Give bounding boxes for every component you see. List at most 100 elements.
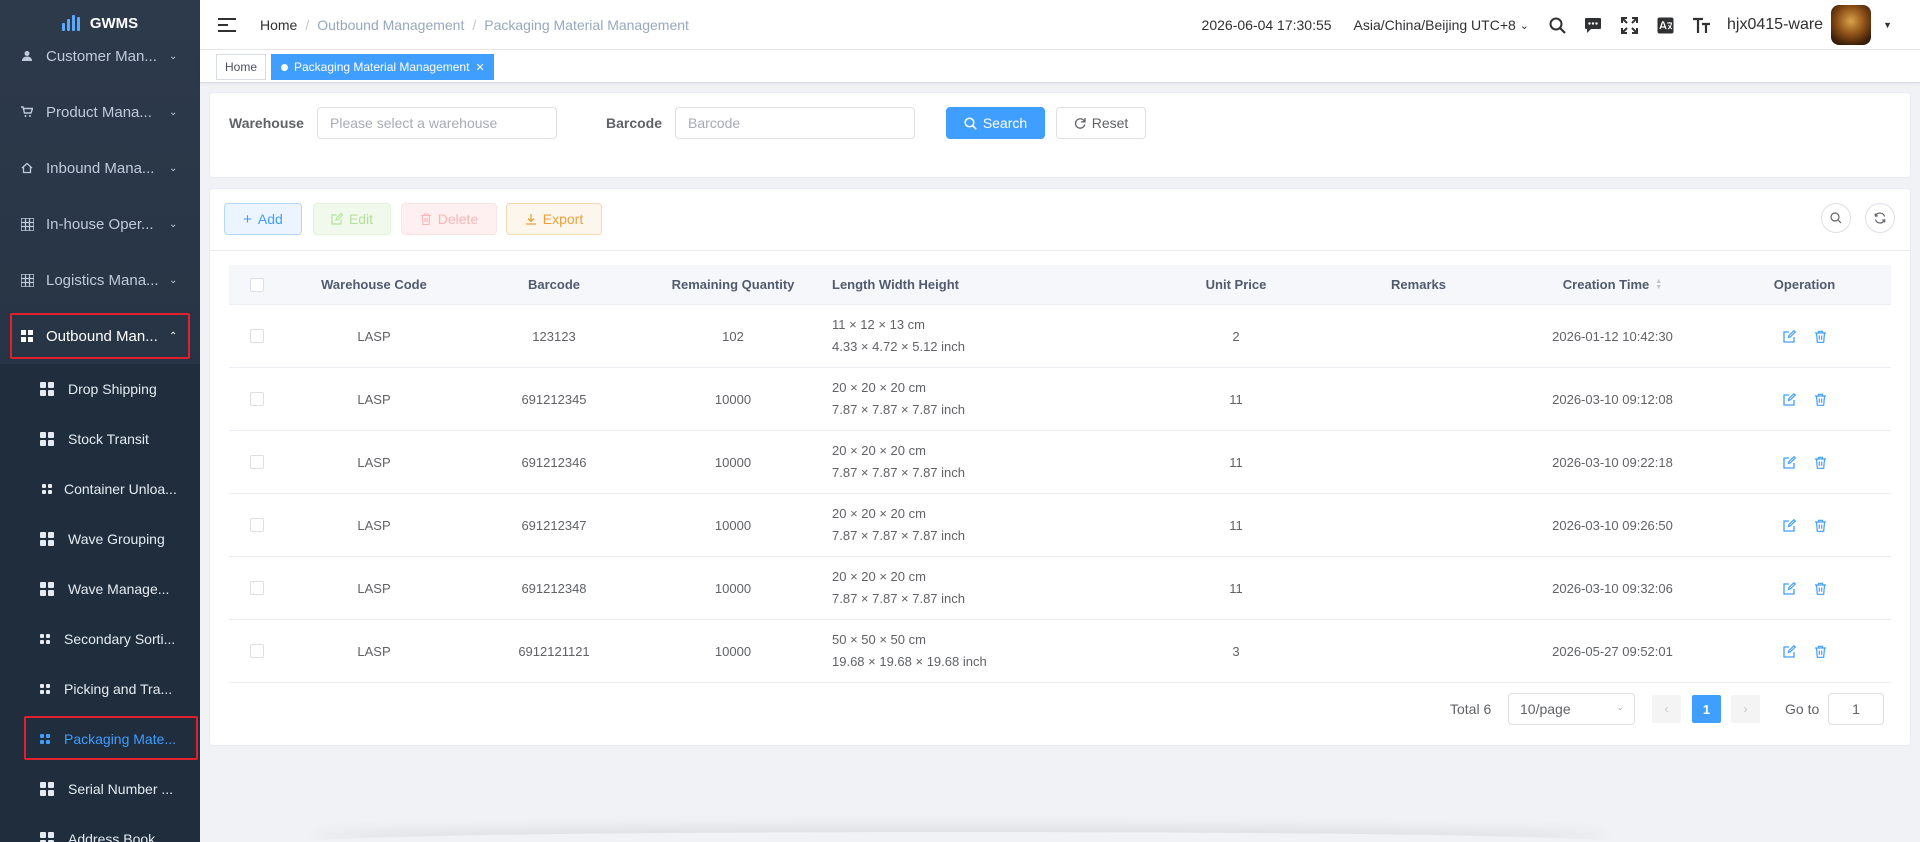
warehouse-label: Warehouse bbox=[229, 115, 304, 131]
row-checkbox[interactable] bbox=[249, 581, 264, 595]
timezone-select[interactable]: Asia/China/Beijing UTC+8 ⌄ bbox=[1354, 17, 1529, 33]
apps-icon bbox=[40, 684, 50, 694]
menu-inbound-management[interactable]: Inbound Mana... ⌄ bbox=[0, 144, 200, 192]
trash-icon[interactable] bbox=[1814, 519, 1827, 532]
barcode-input[interactable]: Barcode bbox=[675, 107, 915, 139]
edit-icon[interactable] bbox=[1782, 329, 1796, 343]
export-button[interactable]: Export bbox=[506, 203, 602, 235]
toggle-search-button[interactable] bbox=[1821, 203, 1851, 233]
menu-product-management[interactable]: Product Mana... ⌄ bbox=[0, 88, 200, 136]
edit-icon[interactable] bbox=[1782, 455, 1796, 469]
row-checkbox[interactable] bbox=[249, 518, 264, 532]
username[interactable]: hjx0415-ware bbox=[1727, 16, 1823, 34]
caret-down-icon[interactable]: ▼ bbox=[1883, 20, 1892, 30]
trash-icon[interactable] bbox=[1814, 393, 1827, 406]
submenu-label: Secondary Sorti... bbox=[64, 631, 176, 647]
trash-icon[interactable] bbox=[1814, 330, 1827, 343]
dimensions-cm: 20 × 20 × 20 cm bbox=[832, 506, 926, 521]
edit-icon[interactable] bbox=[1782, 518, 1796, 532]
close-icon[interactable]: ✕ bbox=[475, 62, 484, 74]
edit-icon[interactable] bbox=[1782, 644, 1796, 658]
trash-icon[interactable] bbox=[1814, 582, 1827, 595]
home-icon bbox=[20, 161, 34, 175]
add-button[interactable]: + Add bbox=[224, 203, 302, 235]
menu-customer-management[interactable]: Customer Man... ⌄ bbox=[0, 32, 200, 80]
apps-icon bbox=[40, 382, 54, 396]
row-checkbox[interactable] bbox=[249, 392, 264, 406]
submenu-drop-shipping[interactable]: Drop Shipping bbox=[0, 364, 200, 414]
next-page-button[interactable]: › bbox=[1731, 695, 1760, 723]
edit-button[interactable]: Edit bbox=[313, 203, 391, 235]
page-size-select[interactable]: 10/page ⌄ bbox=[1508, 693, 1635, 725]
submenu-address-book[interactable]: Address Book... bbox=[0, 814, 200, 842]
barcode-label: Barcode bbox=[606, 115, 663, 131]
menu-inhouse-operation[interactable]: In-house Oper... ⌄ bbox=[0, 200, 200, 248]
submenu-picking-transfer[interactable]: Picking and Tra... bbox=[0, 664, 200, 714]
table-row: LASP 6912121121 10000 50 × 50 × 50 cm 19… bbox=[229, 620, 1891, 683]
menu-label: Product Mana... bbox=[46, 103, 152, 121]
timezone-label: Asia/China/Beijing UTC+8 bbox=[1353, 17, 1516, 33]
dimensions-cm: 11 × 12 × 13 cm bbox=[832, 317, 925, 332]
submenu-serial-number[interactable]: Serial Number ... bbox=[0, 764, 200, 814]
row-checkbox[interactable] bbox=[249, 644, 264, 658]
avatar[interactable] bbox=[1831, 5, 1872, 45]
col-remarks: Remarks bbox=[1391, 277, 1446, 292]
submenu-secondary-sorting[interactable]: Secondary Sorti... bbox=[0, 614, 200, 664]
menu-toggle-icon[interactable] bbox=[218, 17, 236, 32]
translate-icon[interactable] bbox=[1655, 15, 1675, 35]
tag-packaging-material[interactable]: Packaging Material Management ✕ bbox=[271, 54, 494, 80]
tag-home[interactable]: Home bbox=[216, 54, 267, 80]
search-icon bbox=[964, 116, 977, 130]
prev-page-button[interactable]: ‹ bbox=[1652, 695, 1681, 723]
edit-icon[interactable] bbox=[1782, 392, 1796, 406]
row-checkbox-cell bbox=[229, 518, 284, 532]
warehouse-select[interactable]: Please select a warehouse bbox=[317, 107, 557, 139]
cell-operation bbox=[1718, 581, 1891, 595]
fullscreen-icon[interactable] bbox=[1619, 15, 1639, 35]
search-button[interactable]: Search bbox=[946, 107, 1045, 139]
dimensions-cm: 20 × 20 × 20 cm bbox=[832, 380, 926, 395]
refresh-button[interactable] bbox=[1865, 203, 1895, 233]
submenu-stock-transit[interactable]: Stock Transit bbox=[0, 414, 200, 464]
header-checkbox-cell bbox=[229, 277, 284, 292]
row-checkbox[interactable] bbox=[249, 455, 264, 469]
col-unit-price: Unit Price bbox=[1205, 277, 1267, 292]
reset-button-label: Reset bbox=[1091, 115, 1129, 131]
col-length-width-height: Length Width Height bbox=[832, 277, 959, 292]
submenu-wave-management[interactable]: Wave Manage... bbox=[0, 564, 200, 614]
goto-page-input[interactable]: 1 bbox=[1828, 693, 1884, 725]
current-page-button[interactable]: 1 bbox=[1692, 695, 1721, 723]
submenu-label: Address Book... bbox=[68, 831, 167, 842]
cell-creation-time: 2026-03-10 09:26:50 bbox=[1552, 517, 1673, 533]
apps-icon bbox=[40, 782, 54, 796]
font-size-icon[interactable] bbox=[1691, 15, 1711, 35]
pagination: Total 6 10/page ⌄ ‹ 1 › Go to 1 bbox=[210, 693, 1910, 725]
row-checkbox[interactable] bbox=[249, 329, 264, 343]
tag-label: Packaging Material Management bbox=[294, 60, 470, 74]
cell-creation-time: 2026-01-12 10:42:30 bbox=[1552, 328, 1673, 344]
row-checkbox-cell bbox=[229, 329, 284, 343]
delete-button[interactable]: Delete bbox=[401, 203, 497, 235]
trash-icon[interactable] bbox=[1814, 645, 1827, 658]
cell-warehouse: LASP bbox=[357, 580, 391, 596]
cart-icon bbox=[20, 105, 34, 119]
edit-icon[interactable] bbox=[1782, 581, 1796, 595]
cell-unit-price: 11 bbox=[1229, 517, 1243, 533]
col-creation-time[interactable]: Creation Time ▲ ▼ bbox=[1507, 277, 1718, 292]
trash-icon[interactable] bbox=[1814, 456, 1827, 469]
breadcrumb-home[interactable]: Home bbox=[260, 17, 297, 33]
sort-icon[interactable]: ▲ ▼ bbox=[1655, 278, 1662, 291]
submenu-container-unloading[interactable]: Container Unloa... bbox=[0, 464, 200, 514]
message-icon[interactable] bbox=[1583, 15, 1603, 35]
current-datetime: 2026-06-04 17:30:55 bbox=[1201, 17, 1332, 33]
chevron-down-icon: ⌄ bbox=[169, 50, 178, 62]
table-row: LASP 691212347 10000 20 × 20 × 20 cm 7.8… bbox=[229, 494, 1891, 557]
submenu-label: Wave Manage... bbox=[68, 581, 170, 597]
menu-logistics-management[interactable]: Logistics Mana... ⌄ bbox=[0, 256, 200, 304]
select-all-checkbox[interactable] bbox=[249, 277, 264, 292]
search-icon[interactable] bbox=[1547, 15, 1567, 35]
dimensions-inch: 19.68 × 19.68 × 19.68 inch bbox=[832, 654, 987, 669]
apps-icon bbox=[40, 432, 54, 446]
reset-button[interactable]: Reset bbox=[1056, 107, 1146, 139]
submenu-wave-grouping[interactable]: Wave Grouping bbox=[0, 514, 200, 564]
